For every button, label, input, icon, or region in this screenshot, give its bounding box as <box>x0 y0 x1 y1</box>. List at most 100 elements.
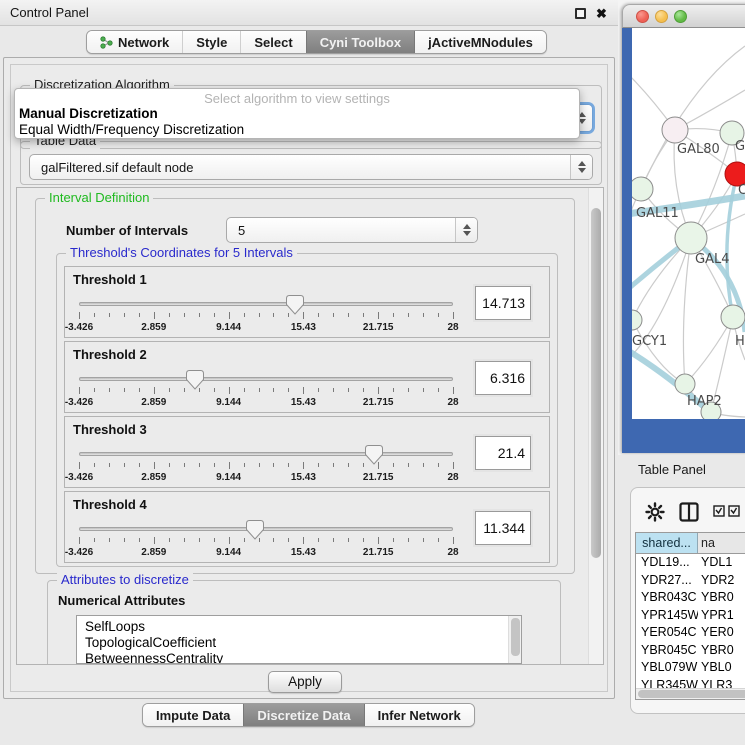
network-node-GAL4[interactable] <box>675 222 707 254</box>
threshold-value-field[interactable]: 14.713 <box>475 286 531 320</box>
network-node-GAL80[interactable] <box>662 117 688 143</box>
tab-jactivemnodules[interactable]: jActiveMNodules <box>414 31 546 53</box>
float-window-icon[interactable] <box>575 8 586 19</box>
slider-tick-label: 9.144 <box>216 397 241 408</box>
threshold-slider[interactable]: -3.4262.8599.14415.4321.71528 <box>79 519 453 561</box>
close-icon[interactable]: ✖ <box>595 6 608 21</box>
slider-track[interactable] <box>79 452 453 456</box>
network-window-titlebar[interactable] <box>622 4 745 28</box>
top-tabbar: Network Style Select Cyni Toolbox jActiv… <box>86 30 547 54</box>
column-header-shared-name[interactable]: shared... <box>636 533 698 553</box>
threshold-value-field[interactable]: 21.4 <box>475 436 531 470</box>
slider-tick-label: 15.43 <box>291 547 316 558</box>
dropdown-item-manual-discretization[interactable]: Manual Discretization <box>15 106 579 122</box>
cell-name[interactable]: YBR0 <box>698 642 745 660</box>
network-node-HAP2[interactable] <box>675 374 695 394</box>
threshold-slider[interactable]: -3.4262.8599.14415.4321.71528 <box>79 444 453 486</box>
slider-track[interactable] <box>79 527 453 531</box>
network-node-GAL11[interactable] <box>632 177 653 201</box>
minimize-traffic-light[interactable] <box>655 10 668 23</box>
attributes-scrollbar-thumb[interactable] <box>511 618 520 656</box>
attributes-group: Attributes to discretize Numerical Attri… <box>47 580 561 665</box>
network-canvas[interactable]: GAL80GACGAL11GAL4GCY1HHAP2 <box>632 28 745 419</box>
select-columns-icon[interactable] <box>713 505 741 518</box>
threshold-slider[interactable]: -3.4262.8599.14415.4321.71528 <box>79 369 453 411</box>
node-attribute-table[interactable]: shared... na YDL19...YDL1YDR27...YDR2YBR… <box>635 532 745 700</box>
cell-shared-name[interactable]: YBR043C <box>636 589 698 607</box>
table-data-combobox[interactable]: galFiltered.sif default node <box>29 154 593 180</box>
network-edge[interactable] <box>683 238 691 384</box>
network-node-GCY1[interactable] <box>632 310 642 330</box>
stepper-down-icon <box>578 168 586 173</box>
slider-track[interactable] <box>79 302 453 306</box>
slider-tick-label: 15.43 <box>291 397 316 408</box>
cell-shared-name[interactable]: YPR145W <box>636 607 698 625</box>
slider-tick-labels: -3.4262.8599.14415.4321.71528 <box>79 397 453 409</box>
table-row[interactable]: YBL079WYBL0 <box>636 659 745 677</box>
network-graph[interactable]: GAL80GACGAL11GAL4GCY1HHAP2 <box>632 28 745 419</box>
slider-tick-label: 21.715 <box>363 472 394 483</box>
tab-network[interactable]: Network <box>87 31 182 53</box>
control-panel-window: Control Panel ✖ Network Style Select Cyn… <box>0 0 618 745</box>
cell-name[interactable]: YER0 <box>698 624 745 642</box>
settings-scrollbar-thumb[interactable] <box>591 208 601 558</box>
column-header-name[interactable]: na <box>698 533 745 553</box>
threshold-value-field[interactable]: 6.316 <box>475 361 531 395</box>
slider-track[interactable] <box>79 377 453 381</box>
cell-shared-name[interactable]: YDL19... <box>636 554 698 572</box>
attribute-list-item[interactable]: BetweennessCentrality <box>77 651 521 664</box>
numerical-attributes-list[interactable]: SelfLoopsTopologicalCoefficientBetweenne… <box>76 615 522 664</box>
number-of-intervals-combobox[interactable]: 5 <box>226 217 478 243</box>
cell-name[interactable]: YBL0 <box>698 659 745 677</box>
attribute-list-item[interactable]: TopologicalCoefficient <box>77 635 521 651</box>
cell-shared-name[interactable]: YDR27... <box>636 572 698 590</box>
cell-name[interactable]: YDL1 <box>698 554 745 572</box>
table-row[interactable]: YER054CYER0 <box>636 624 745 642</box>
stepper-up-icon <box>578 161 586 166</box>
tab-impute-data[interactable]: Impute Data <box>143 704 243 726</box>
cell-name[interactable]: YPR1 <box>698 607 745 625</box>
network-node-label: GAL4 <box>695 252 729 267</box>
table-scrollbar-thumb[interactable] <box>638 690 745 698</box>
table-row[interactable]: YBR043CYBR0 <box>636 589 745 607</box>
close-traffic-light[interactable] <box>636 10 649 23</box>
network-node-node-H[interactable] <box>721 305 745 329</box>
table-row[interactable]: YPR145WYPR1 <box>636 607 745 625</box>
table-row[interactable]: YBR045CYBR0 <box>636 642 745 660</box>
cell-name[interactable]: YBR0 <box>698 589 745 607</box>
cell-name[interactable]: YDR2 <box>698 572 745 590</box>
table-panel-title: Table Panel <box>638 462 706 477</box>
tab-select[interactable]: Select <box>240 31 305 53</box>
tab-style[interactable]: Style <box>182 31 240 53</box>
table-data-combobox-stepper[interactable] <box>570 155 592 179</box>
number-of-intervals-stepper[interactable] <box>455 218 477 242</box>
cell-shared-name[interactable]: YBR045C <box>636 642 698 660</box>
slider-tick-label: -3.426 <box>65 322 93 333</box>
network-tab-icon <box>100 36 113 49</box>
settings-vertical-scrollbar[interactable] <box>588 188 603 664</box>
apply-button[interactable]: Apply <box>268 671 342 693</box>
dropdown-prompt-item[interactable]: Select algorithm to view settings <box>15 91 579 106</box>
dropdown-item-equal-width-frequency[interactable]: Equal Width/Frequency Discretization <box>15 122 579 138</box>
tab-cyni-toolbox[interactable]: Cyni Toolbox <box>306 31 414 53</box>
tab-infer-network[interactable]: Infer Network <box>364 704 474 726</box>
tab-discretize-data[interactable]: Discretize Data <box>243 704 363 726</box>
attributes-list-scrollbar[interactable] <box>508 616 521 663</box>
attribute-list-item[interactable]: SelfLoops <box>77 616 521 635</box>
bottom-tabbar: Impute Data Discretize Data Infer Networ… <box>142 703 475 727</box>
threshold-value-field[interactable]: 11.344 <box>475 511 531 545</box>
gear-icon[interactable] <box>645 502 665 522</box>
table-data-group: Table Data galFiltered.sif default node <box>20 141 602 185</box>
table-horizontal-scrollbar[interactable] <box>636 688 745 699</box>
zoom-traffic-light[interactable] <box>674 10 687 23</box>
threshold-slider[interactable]: -3.4262.8599.14415.4321.71528 <box>79 294 453 336</box>
split-columns-icon[interactable] <box>679 502 699 522</box>
cell-shared-name[interactable]: YER054C <box>636 624 698 642</box>
network-node-label: GA <box>735 139 745 154</box>
network-window-frame: GAL80GACGAL11GAL4GCY1HHAP2 <box>622 28 745 453</box>
numerical-attributes-label: Numerical Attributes <box>58 593 185 608</box>
cell-shared-name[interactable]: YBL079W <box>636 659 698 677</box>
table-row[interactable]: YDL19...YDL1 <box>636 554 745 572</box>
table-row[interactable]: YDR27...YDR2 <box>636 572 745 590</box>
table-panel-card: shared... na YDL19...YDL1YDR27...YDR2YBR… <box>630 487 745 714</box>
